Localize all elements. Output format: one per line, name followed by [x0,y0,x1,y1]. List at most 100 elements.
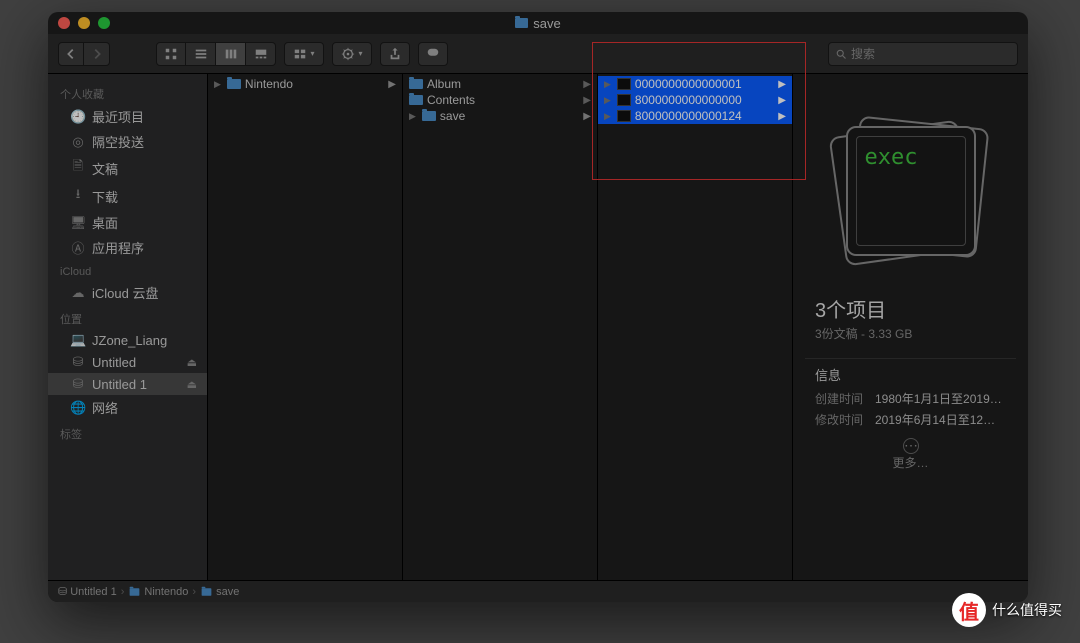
action-dropdown[interactable]: ▾ [332,42,372,66]
chevron-right-icon: ▶ [583,79,591,90]
disk-icon: ⛁ [70,376,86,392]
watermark-badge: 值 [952,593,986,627]
row-label: 8000000000000000 [635,93,742,107]
toolbar: ▾ ▾ 搜索 [48,34,1028,74]
sidebar-section-header: 标签 [48,420,207,444]
close-window-button[interactable] [58,17,70,29]
row-label: 0000000000000001 [635,77,742,91]
folder-icon [227,79,241,89]
path-item[interactable]: Nintendo [128,586,188,598]
chevron-right-icon: ▶ [778,79,786,90]
folder-icon [515,18,528,28]
folder-icon [130,588,140,596]
view-columns-button[interactable] [216,42,246,66]
column-row[interactable]: Album ▶ [403,76,597,92]
column-row[interactable]: ▶Nintendo▶ [208,76,402,92]
titlebar: save [48,12,1028,34]
sidebar-section-header: 位置 [48,305,207,329]
window-title: save [515,16,560,31]
column-row[interactable]: ▶8000000000000000▶ [598,92,792,108]
exec-icon [617,78,631,90]
row-label: Nintendo [245,77,293,91]
minimize-window-button[interactable] [78,17,90,29]
disk-icon: ⛁ [70,354,86,370]
path-item[interactable]: ⛁Untitled 1 [58,585,117,598]
globe-icon: 🌐 [70,400,86,416]
sidebar-item[interactable]: 🌐 网络 [48,395,207,420]
forward-button[interactable] [84,42,110,66]
sidebar-section-header: iCloud [48,260,207,280]
column-row[interactable]: ▶8000000000000124▶ [598,108,792,124]
info-key: 创建时间 [815,390,875,407]
row-label: Contents [427,93,475,107]
column-2[interactable]: ▶0000000000000001▶▶8000000000000000▶▶800… [598,74,793,580]
sidebar-item[interactable]: ⛁Untitled⏏ [48,351,207,373]
fullscreen-window-button[interactable] [98,17,110,29]
info-value: 2019年6月14日至12月2日 [875,411,1006,428]
column-row[interactable]: Contents ▶ [403,92,597,108]
group-by-dropdown[interactable]: ▾ [284,42,324,66]
sidebar-item-label: 最近项目 [92,107,144,126]
sidebar-item-label: iCloud 云盘 [92,283,158,302]
column-row[interactable]: ▶0000000000000001▶ [598,76,792,92]
window-title-text: save [533,16,560,31]
sidebar-item-label: 网络 [92,398,118,417]
chevron-right-icon: ▶ [583,95,591,106]
eject-icon[interactable]: ⏏ [187,356,197,369]
sidebar-item-label: Untitled 1 [92,377,147,392]
sidebar-item[interactable]: ⭳下载 [48,182,207,210]
watermark: 值 什么值得买 [952,593,1062,627]
chevron-right-icon: ▶ [388,79,396,90]
sidebar-item[interactable]: Ⓐ应用程序 [48,235,207,260]
sidebar-item-label: 下载 [92,187,118,206]
doc-icon: 🗎 [70,157,86,179]
path-item[interactable]: save [200,586,239,598]
preview-info-row: 修改时间2019年6月14日至12月2日 [805,409,1016,430]
column-browser: ▶ Nintendo ▶ Album ▶ Contents ▶ ▶save▶ ▶ 000000… [208,74,1028,580]
sidebar-item[interactable]: ☁ iCloud 云盘 [48,280,207,305]
sidebar-item[interactable]: ◎ 隔空投送 [48,129,207,154]
folder-icon [409,95,423,105]
airdrop-icon: ◎ [70,134,86,150]
column-0[interactable]: ▶Nintendo▶ [208,74,403,580]
folder-icon [422,111,436,121]
view-list-button[interactable] [186,42,216,66]
sidebar-item-label: 应用程序 [92,238,144,257]
window-body: 个人收藏🕘最近项目 ◎ 隔空投送 🗎 文稿 ⭳下载🖥桌面Ⓐ应用程序iCloud ☁ iClou… [48,74,1028,580]
folder-icon [202,588,212,596]
watermark-text: 什么值得买 [992,600,1062,620]
cloud-icon: ☁ [70,285,86,301]
preview-title: 3个项目 [805,294,1016,323]
sidebar-item[interactable]: 🕘最近项目 [48,104,207,129]
column-1[interactable]: Album ▶ Contents ▶ ▶save▶ [403,74,598,580]
sidebar: 个人收藏🕘最近项目 ◎ 隔空投送 🗎 文稿 ⭳下载🖥桌面Ⓐ应用程序iCloud ☁ iClou… [48,74,208,580]
info-value: 1980年1月1日至2019年6… [875,390,1006,407]
preview-more[interactable]: ⋯ 更多… [805,438,1016,471]
sidebar-item-label: JZone_Liang [92,333,167,348]
row-label: save [440,109,465,123]
view-icon-button[interactable] [156,42,186,66]
sidebar-item-label: 文稿 [92,159,118,178]
column-row[interactable]: ▶save▶ [403,108,597,124]
back-button[interactable] [58,42,84,66]
preview-info-header: 信息 [805,358,1016,388]
sidebar-item[interactable]: 💻JZone_Liang [48,329,207,351]
chevron-right-icon: ▶ [778,111,786,122]
view-mode-segmented [156,42,276,66]
sidebar-item-label: 隔空投送 [92,132,144,151]
view-gallery-button[interactable] [246,42,276,66]
sidebar-section-header: 个人收藏 [48,80,207,104]
disk-icon: ⛁ [58,585,67,598]
sidebar-item[interactable]: 🖥桌面 [48,210,207,235]
preview-pane: exec 3个项目 3份文稿 - 3.33 GB 信息 创建时间1980年1月1… [793,74,1028,580]
sidebar-item[interactable]: 🗎 文稿 [48,154,207,182]
tags-button[interactable] [418,42,448,66]
share-button[interactable] [380,42,410,66]
row-label: 8000000000000124 [635,109,742,123]
search-field[interactable]: 搜索 [828,42,1018,66]
sidebar-item[interactable]: ⛁ Untitled 1 ⏏ [48,373,207,395]
row-label: Album [427,77,461,91]
sidebar-item-label: 桌面 [92,213,118,232]
eject-icon[interactable]: ⏏ [187,378,197,391]
finder-window: save ▾ ▾ 搜索 个人收藏🕘最近项目 ◎ 隔空投送 🗎 文稿 ⭳下载🖥桌面Ⓐ应用程序… [48,12,1028,602]
